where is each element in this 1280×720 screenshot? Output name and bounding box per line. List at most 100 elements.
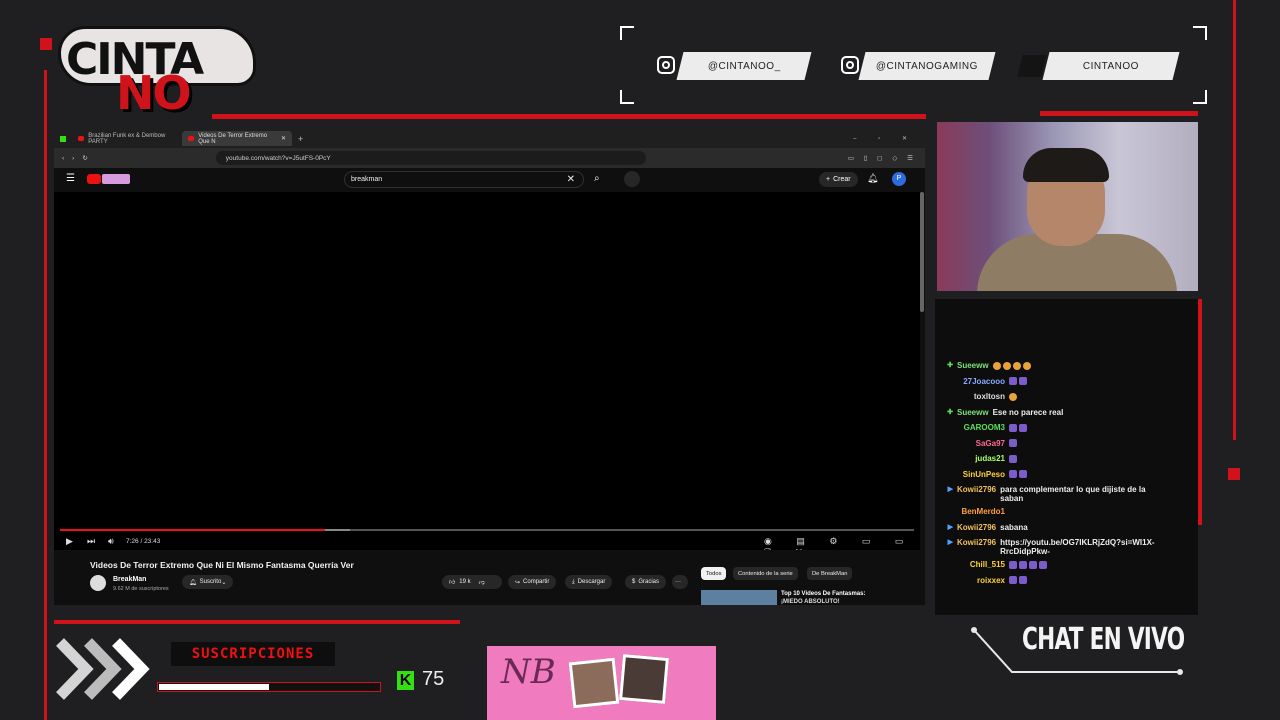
chat-username[interactable]: Kowii2796 (957, 523, 996, 532)
corner-top-left (620, 26, 634, 40)
chat-username[interactable]: roixxex (957, 576, 1005, 585)
subscriber-icon: ✚ (947, 362, 953, 369)
bottom-accent (54, 620, 460, 624)
url-field[interactable]: youtube.com/watch?v=J5utFS-0PcY (215, 151, 646, 165)
chevrons-graphic (56, 638, 150, 700)
subscriber-icon: ✚ (947, 408, 953, 416)
emote-badge-icon (1019, 576, 1027, 585)
download-button[interactable]: ⤓ Descargar (565, 575, 613, 589)
kick-tab-icon (60, 135, 66, 142)
create-button[interactable]: + Crear (819, 172, 858, 187)
search-input[interactable]: breakman ✕ (344, 171, 584, 188)
subscribed-button[interactable]: 🔔︎ Suscrito ⌄ (182, 575, 234, 589)
notifications-icon[interactable]: 🔔︎ (867, 173, 878, 184)
channel-avatar[interactable] (90, 575, 106, 591)
channel-logo: CINTA NO (58, 22, 258, 120)
emote-badge-icon (1009, 423, 1017, 432)
browser-tab-2[interactable]: Videos De Terror Extremo Que N ✕ (182, 131, 292, 146)
channel-name[interactable]: BreakMan (113, 576, 146, 583)
chat-text (1009, 576, 1029, 585)
chat-message: ▶ Kowii2796 sabana (935, 523, 1198, 532)
chat-message: SinUnPeso (935, 470, 1198, 479)
kick-icon (1017, 55, 1047, 77)
youtube-doodle[interactable] (102, 174, 130, 184)
emote-icon (1012, 361, 1021, 370)
more-actions-button[interactable]: ··· (672, 575, 688, 589)
emote-icon (1002, 361, 1011, 370)
clear-search-icon[interactable]: ✕ (567, 174, 575, 185)
chat-message: ✚ Sueeww Ese no parece real (935, 408, 1198, 417)
chat-message: roixxex (935, 576, 1198, 585)
chip-all[interactable]: Todos (701, 567, 727, 580)
youtube-header: ☰ breakman ✕ ⌕ + Crear 🔔︎ P (54, 168, 925, 192)
recommended-title-2: ¡MIEDO ABSOLUTO! (781, 599, 840, 605)
menu-icon[interactable]: ☰ (66, 173, 75, 184)
new-tab-button[interactable]: + (298, 134, 303, 144)
video-player[interactable] (54, 192, 920, 550)
corner-bottom-right (1193, 90, 1207, 104)
chat-message: toxltosn (935, 392, 1198, 401)
chat-username[interactable]: GAROOM3 (957, 423, 1005, 432)
chat-username[interactable]: Kowii2796 (957, 538, 996, 547)
chat-text (1009, 439, 1019, 448)
emote-icon (1022, 361, 1031, 370)
recommended-thumbnail[interactable] (701, 590, 777, 605)
browser-top-accent (212, 114, 926, 119)
chat-username[interactable]: 27Joacooo (957, 377, 1005, 386)
chip-series[interactable]: Contenido de la serie (733, 567, 798, 580)
page-scrollbar[interactable] (920, 192, 924, 312)
webcam-person-hair (1023, 148, 1109, 182)
voice-search-icon[interactable] (624, 171, 640, 187)
kick-logo-icon: K (397, 671, 414, 690)
chat-username[interactable]: SaGa97 (957, 439, 1005, 448)
chat-username[interactable]: SinUnPeso (957, 470, 1005, 479)
chat-username[interactable]: Sueeww (957, 361, 989, 370)
chat-message: SaGa97 (935, 439, 1198, 448)
emote-badge-icon (1019, 470, 1027, 479)
chat-username[interactable]: Sueeww (957, 408, 989, 417)
back-icon[interactable]: ‹ (62, 155, 64, 162)
chat-username[interactable]: Chill_515 (957, 560, 1005, 569)
extensions-icons[interactable]: ▭ ▯ ◻ ◇ ☰ (848, 154, 917, 162)
chat-text (1009, 470, 1029, 479)
thanks-button[interactable]: $ Gracias (625, 575, 667, 589)
play-icon[interactable]: ▶ (66, 536, 73, 547)
emote-badge-icon (1009, 377, 1017, 386)
chat-message-text: para complementar lo que dijiste de la s… (1000, 485, 1146, 503)
sponsor-photo-2 (619, 654, 669, 704)
chat-message-text: https://youtu.be/OG7IKLRjZdQ?si=WI1X-Rrc… (1000, 538, 1155, 556)
window-controls[interactable]: – ▫ ✕ (853, 135, 917, 142)
frame-right-square (1228, 468, 1240, 480)
chat-username[interactable]: Kowii2796 (957, 485, 996, 494)
chat-message: ▶ Kowii2796 para complementar lo que dijis… (935, 485, 1198, 503)
played-bar (60, 529, 325, 531)
chip-channel[interactable]: De BreakMan (807, 567, 853, 580)
chat-username[interactable]: BenMerdo1 (957, 507, 1005, 516)
chat-username[interactable]: toxltosn (957, 392, 1005, 401)
reload-icon[interactable]: ↻ (82, 154, 87, 162)
forward-icon[interactable]: › (72, 155, 74, 162)
subscriber-count: 9.62 M de suscriptores (113, 586, 169, 592)
share-button[interactable]: ↪ Compartir (508, 575, 557, 589)
like-button[interactable]: 👍︎ 19 k 👎︎ (442, 575, 502, 589)
browser-tab-1[interactable]: Brazilian Funk ex & Dembow PARTY (72, 131, 182, 146)
recommended-title[interactable]: Top 10 Videos De Fantasmas: (781, 591, 865, 597)
emote-badge-icon (1019, 377, 1027, 386)
avatar[interactable]: P (892, 172, 906, 186)
chat-username[interactable]: judas21 (957, 454, 1005, 463)
close-tab-icon[interactable]: ✕ (281, 135, 286, 142)
video-progress-bar[interactable] (60, 529, 914, 531)
volume-icon[interactable]: 🔊︎ (108, 536, 114, 547)
emote-icon (1009, 392, 1017, 401)
search-icon[interactable]: ⌕ (594, 173, 600, 184)
chat-text: para complementar lo que dijiste de la s… (1000, 485, 1160, 503)
sponsor-monogram: NB (501, 652, 556, 692)
corner-bottom-left (620, 90, 634, 104)
emote-badge-icon (1019, 423, 1027, 432)
next-icon[interactable]: ⏭ (87, 536, 95, 547)
youtube-favicon (188, 136, 195, 141)
chat-message: Chill_515 (935, 560, 1198, 569)
chat-text (1009, 423, 1029, 432)
emote-badge-icon (1009, 454, 1017, 463)
youtube-logo[interactable] (87, 174, 101, 184)
